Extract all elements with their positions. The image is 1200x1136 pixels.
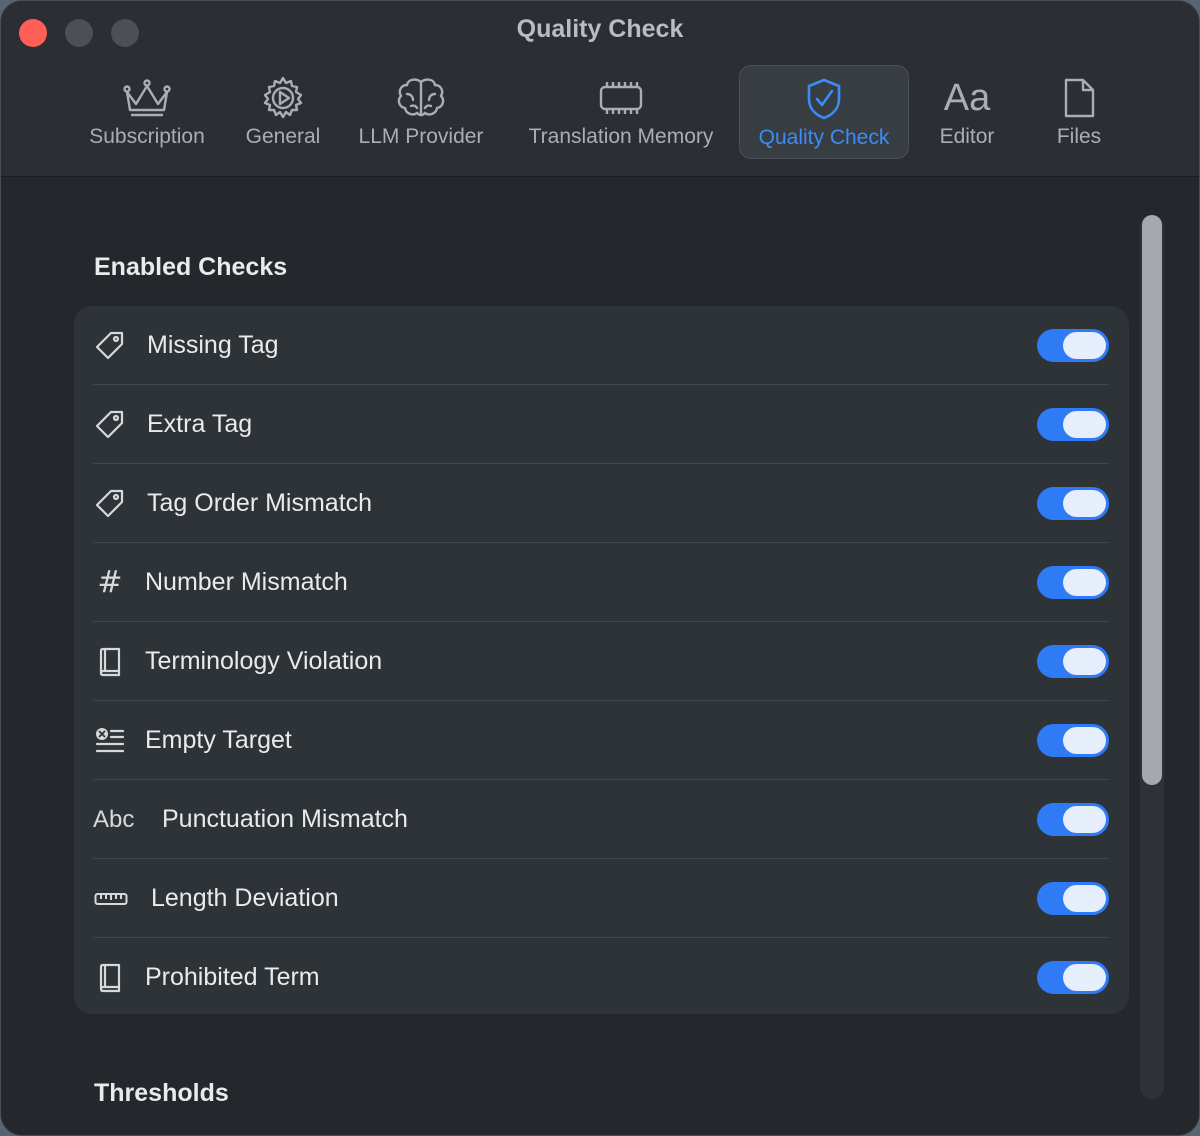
tab-editor[interactable]: Aa Editor — [923, 65, 1011, 159]
check-label: Number Mismatch — [145, 568, 348, 596]
text-clear-icon — [93, 701, 127, 780]
tag-icon — [93, 464, 127, 543]
missing-tag-toggle[interactable] — [1037, 329, 1109, 362]
preferences-window: Quality Check Subscription General LLM P… — [0, 0, 1200, 1136]
crown-icon — [121, 75, 173, 121]
memory-chip-icon — [598, 75, 644, 121]
check-label: Extra Tag — [147, 410, 253, 438]
check-label: Punctuation Mismatch — [162, 805, 408, 833]
extra-tag-toggle[interactable] — [1037, 408, 1109, 441]
section-title-enabled-checks: Enabled Checks — [94, 253, 288, 281]
toggle-knob — [1063, 885, 1106, 912]
tab-label: LLM Provider — [358, 125, 484, 148]
length-deviation-toggle[interactable] — [1037, 882, 1109, 915]
brain-icon — [394, 75, 448, 121]
tab-label: General — [245, 125, 321, 148]
book-icon — [93, 622, 127, 701]
settings-content: Enabled Checks Missing Tag Extra Tag Tag… — [1, 177, 1199, 1135]
check-row-empty-target: Empty Target — [93, 701, 1109, 780]
toggle-knob — [1063, 332, 1106, 359]
toggle-knob — [1063, 964, 1106, 991]
number-mismatch-toggle[interactable] — [1037, 566, 1109, 599]
prohibited-term-toggle[interactable] — [1037, 961, 1109, 994]
abc-text-icon: Abc — [93, 805, 135, 833]
book-icon — [93, 938, 127, 1017]
punctuation-mismatch-toggle[interactable] — [1037, 803, 1109, 836]
number-sign-icon: # — [97, 565, 123, 600]
tab-label: Translation Memory — [528, 125, 714, 148]
vertical-scrollbar[interactable] — [1140, 215, 1164, 1099]
tab-llm-provider[interactable]: LLM Provider — [346, 65, 496, 159]
check-label: Missing Tag — [147, 331, 279, 359]
check-row-missing-tag: Missing Tag — [93, 306, 1109, 385]
tab-subscription[interactable]: Subscription — [77, 65, 217, 159]
section-title-thresholds: Thresholds — [94, 1079, 229, 1107]
window-toolbar: Quality Check Subscription General LLM P… — [1, 1, 1199, 177]
tab-general[interactable]: General — [233, 65, 333, 159]
document-icon — [1061, 75, 1097, 121]
text-format-icon: Aa — [943, 76, 991, 119]
tab-files[interactable]: Files — [1041, 65, 1117, 159]
tab-label: Files — [1056, 125, 1102, 148]
ruler-icon — [93, 859, 129, 938]
check-row-extra-tag: Extra Tag — [93, 385, 1109, 464]
check-label: Tag Order Mismatch — [147, 489, 373, 517]
tab-translation-memory[interactable]: Translation Memory — [511, 65, 731, 159]
window-title: Quality Check — [516, 15, 684, 43]
empty-target-toggle[interactable] — [1037, 724, 1109, 757]
check-row-number-mismatch: # Number Mismatch — [93, 543, 1109, 622]
toggle-knob — [1063, 727, 1106, 754]
toggle-knob — [1063, 648, 1106, 675]
shield-check-icon — [804, 76, 844, 122]
scrollbar-thumb[interactable] — [1142, 215, 1162, 785]
gear-icon — [260, 75, 306, 121]
toggle-knob — [1063, 806, 1106, 833]
toggle-knob — [1063, 411, 1106, 438]
terminology-violation-toggle[interactable] — [1037, 645, 1109, 678]
check-label: Empty Target — [145, 726, 292, 754]
check-label: Length Deviation — [151, 884, 339, 912]
tab-label: Editor — [939, 125, 995, 148]
enabled-checks-group: Missing Tag Extra Tag Tag Order Mismatch… — [74, 306, 1129, 1014]
tag-icon — [93, 306, 127, 385]
check-row-tag-order-mismatch: Tag Order Mismatch — [93, 464, 1109, 543]
tag-order-mismatch-toggle[interactable] — [1037, 487, 1109, 520]
check-row-prohibited-term: Prohibited Term — [93, 938, 1109, 1017]
toggle-knob — [1063, 569, 1106, 596]
check-label: Terminology Violation — [145, 647, 383, 675]
tab-quality-check[interactable]: Quality Check — [739, 65, 909, 159]
toggle-knob — [1063, 490, 1106, 517]
check-row-punctuation-mismatch: Abc Punctuation Mismatch — [93, 780, 1109, 859]
tab-label: Quality Check — [758, 126, 890, 149]
tab-label: Subscription — [89, 125, 205, 148]
check-row-terminology-violation: Terminology Violation — [93, 622, 1109, 701]
check-row-length-deviation: Length Deviation — [93, 859, 1109, 938]
tag-icon — [93, 385, 127, 464]
check-label: Prohibited Term — [145, 963, 320, 991]
